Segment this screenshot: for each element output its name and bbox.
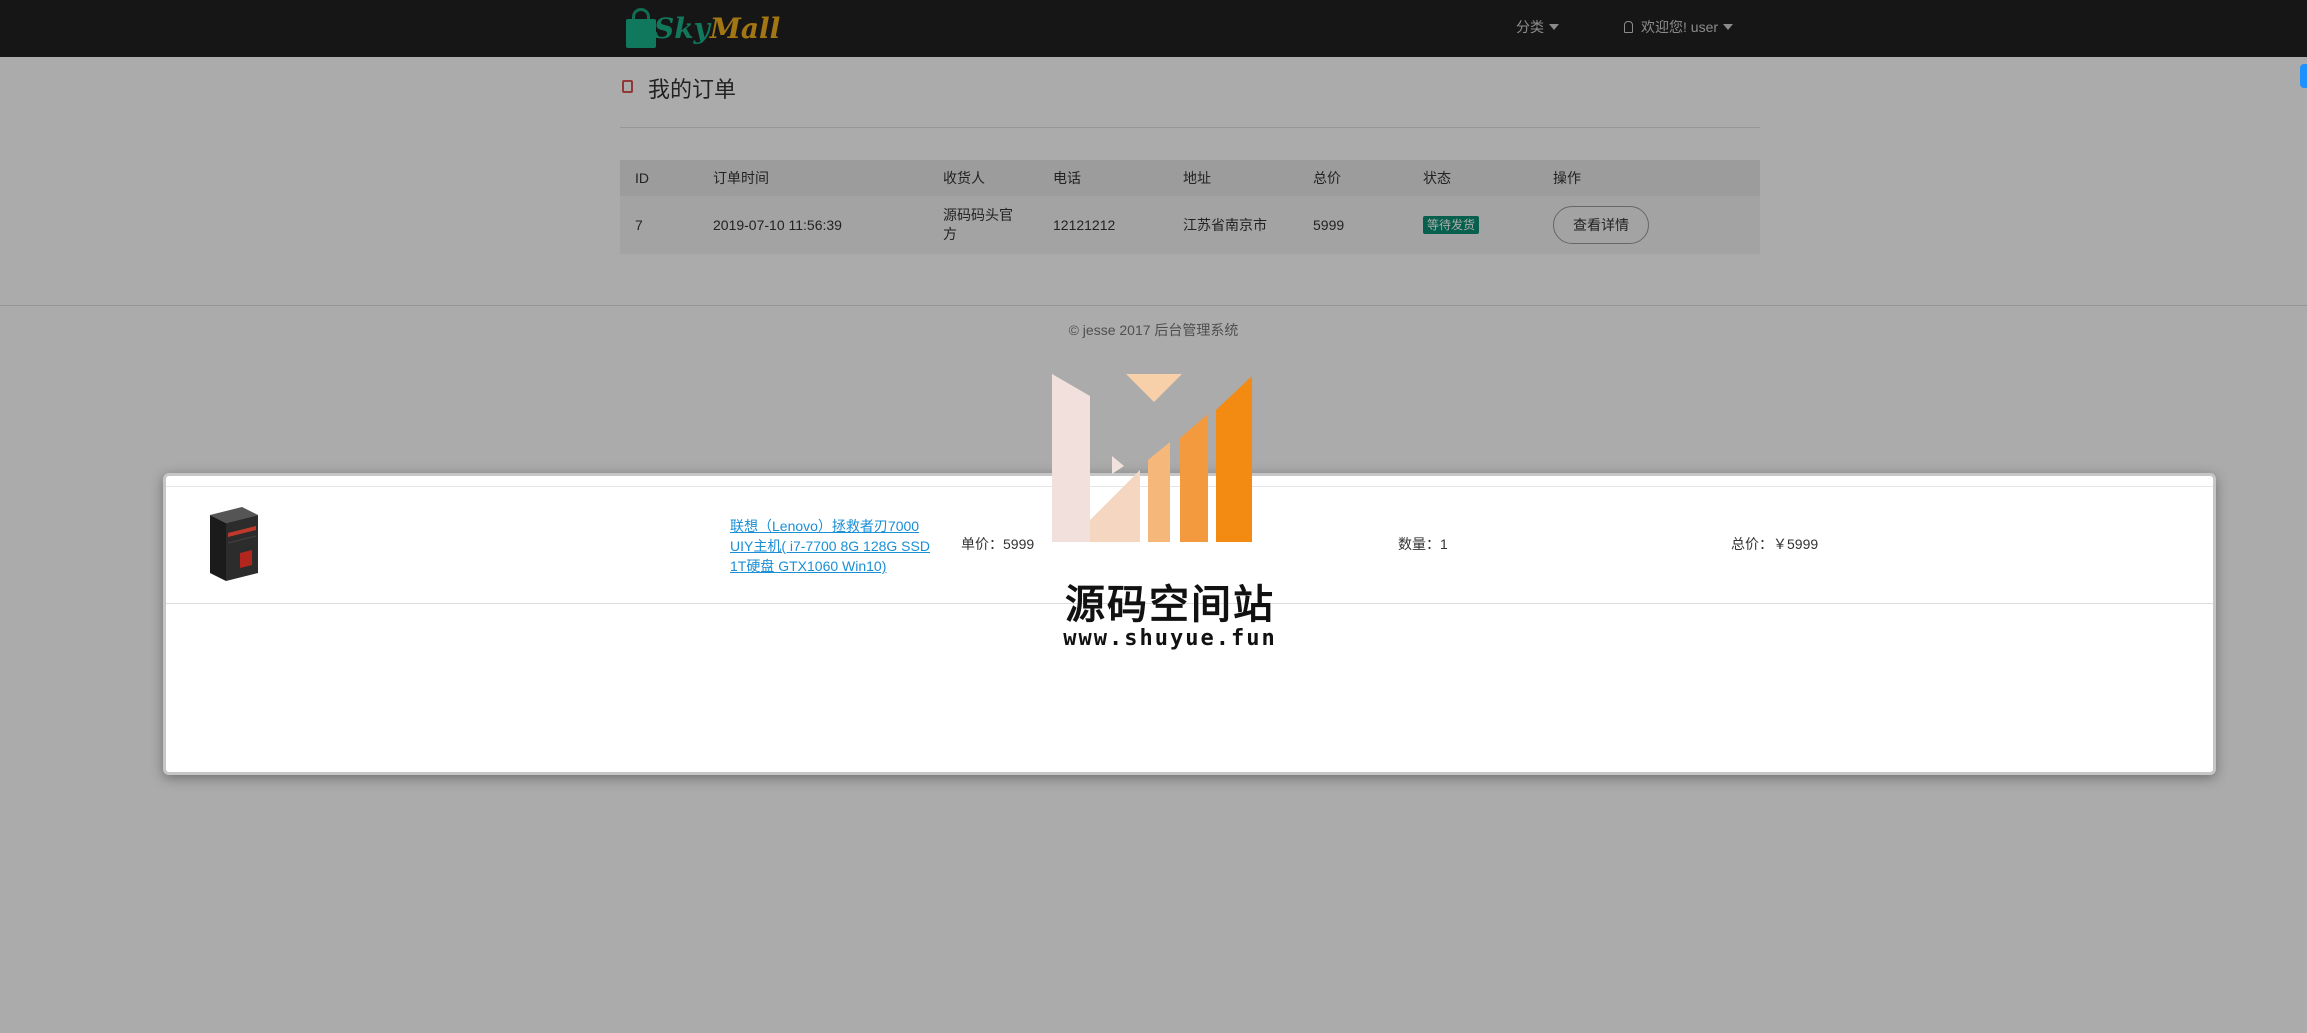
watermark-logo-icon bbox=[1052, 374, 1252, 542]
watermark-title: 源码空间站 bbox=[1065, 582, 1275, 628]
item-total-price: 总价：￥5999 bbox=[1731, 536, 1819, 552]
watermark-url: www.shuyue.fun bbox=[1063, 626, 1277, 651]
side-float-tab[interactable] bbox=[2300, 64, 2307, 88]
product-name-link[interactable]: 联想（Lenovo）拯救者刃7000 UIY主机( i7-7700 8G 128… bbox=[730, 516, 940, 576]
product-image bbox=[210, 507, 258, 581]
watermark: 源码空间站 www.shuyue.fun bbox=[1020, 370, 1320, 660]
quantity: 数量：1 bbox=[1398, 536, 1448, 552]
